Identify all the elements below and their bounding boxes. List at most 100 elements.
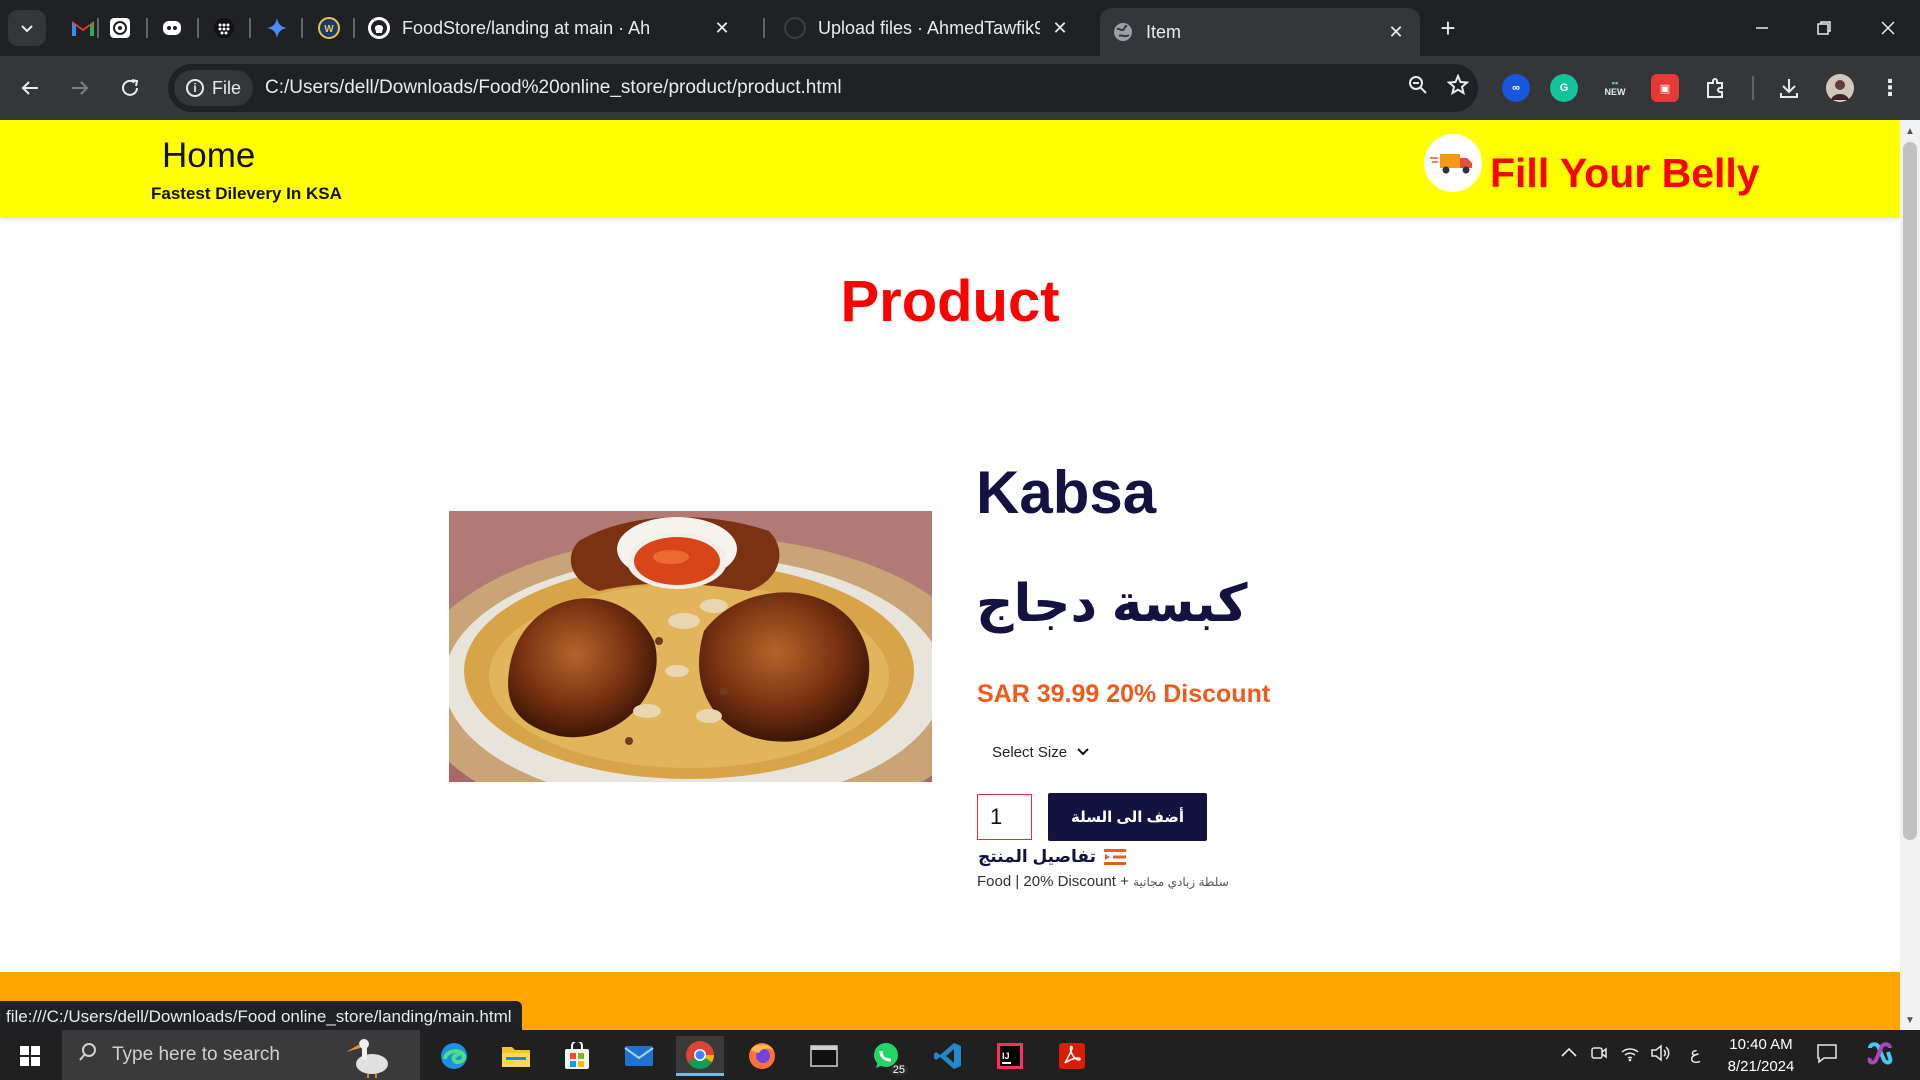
kabsa-dish-image	[409, 511, 989, 836]
taskbar-chrome[interactable]	[676, 1036, 724, 1076]
arrow-left-icon	[21, 81, 38, 95]
tab-close-button[interactable]: ✕	[710, 18, 734, 39]
tab-close-button[interactable]: ✕	[1384, 22, 1408, 43]
taskbar-store[interactable]	[553, 1036, 601, 1076]
new-tab-button[interactable]: +	[1432, 12, 1464, 44]
search-icon	[78, 1042, 98, 1068]
download-icon[interactable]	[1775, 74, 1803, 102]
scroll-down-icon[interactable]: ▼	[1900, 1010, 1920, 1030]
bookmark-star-icon[interactable]	[1438, 73, 1478, 102]
taskbar-search[interactable]: Type here to search	[62, 1030, 420, 1080]
pinned-tab-dots[interactable]	[209, 13, 239, 43]
restore-button[interactable]	[1802, 10, 1846, 46]
profile-avatar[interactable]	[1826, 74, 1854, 102]
zoom-icon[interactable]	[1398, 74, 1438, 102]
restore-icon	[1817, 21, 1831, 35]
pinned-tab-gmail[interactable]	[68, 13, 98, 43]
pelican-bird-icon	[346, 1039, 388, 1078]
windows-logo-icon	[20, 1046, 40, 1066]
product-name: Kabsa	[976, 459, 1157, 526]
notification-icon[interactable]	[1816, 1042, 1838, 1069]
list-indent-icon	[1104, 849, 1127, 865]
tab-upload-files[interactable]: Upload files · AhmedTawfik98/F ✕	[772, 8, 1084, 48]
tab-separator	[197, 18, 199, 38]
close-icon	[1881, 21, 1895, 35]
quantity-input[interactable]: 1	[977, 794, 1032, 840]
taskbar-file-explorer[interactable]	[492, 1036, 540, 1076]
extension-infinity-icon[interactable]: ∞	[1502, 74, 1530, 102]
tab-separator	[249, 18, 251, 38]
grammarly-icon[interactable]: G	[1550, 74, 1578, 102]
product-name-arabic: كبسة دجاج	[976, 575, 1248, 633]
taskbar-edge[interactable]	[430, 1036, 478, 1076]
taskbar-whatsapp[interactable]: 25	[862, 1036, 910, 1076]
menu-kebab-icon[interactable]: ⋮	[1876, 74, 1904, 102]
extension-new-label: NEW	[1604, 87, 1626, 97]
scroll-up-icon[interactable]: ▲	[1900, 121, 1920, 141]
forward-button[interactable]	[62, 70, 98, 106]
pinned-tab-gemini[interactable]	[262, 13, 292, 43]
tray-chevron-up-icon[interactable]	[1560, 1044, 1578, 1064]
tab-search-button[interactable]	[8, 10, 46, 46]
taskbar-mail[interactable]	[615, 1036, 663, 1076]
folder-icon	[502, 1047, 530, 1067]
minimize-icon	[1756, 27, 1768, 29]
url-text[interactable]: C:/Users/dell/Downloads/Food%20online_st…	[265, 77, 1398, 99]
home-link[interactable]: Home	[162, 136, 255, 176]
minimize-button[interactable]	[1740, 10, 1784, 46]
tray-volume-icon[interactable]	[1650, 1044, 1670, 1067]
browser-tab-strip: W FoodStore/landing at main · Ah ✕ Uploa…	[0, 0, 1920, 56]
site-info-chip[interactable]: i File	[174, 70, 254, 106]
extension-red-icon[interactable]: ▣	[1651, 74, 1679, 102]
whatsapp-unread-badge: 25	[889, 1064, 908, 1076]
copilot-icon[interactable]	[1866, 1040, 1894, 1073]
taskbar-acrobat[interactable]	[1048, 1036, 1096, 1076]
details-text-ar: سلطة زبادي مجانية	[1133, 875, 1229, 889]
tab-title: Item	[1146, 21, 1182, 42]
delivery-truck-logo[interactable]	[1424, 134, 1482, 192]
tab-foodstore-github[interactable]: FoodStore/landing at main · Ah ✕	[356, 8, 746, 48]
taskbar-firefox[interactable]	[738, 1036, 786, 1076]
brand-name[interactable]: Fill Your Belly	[1490, 150, 1760, 197]
add-to-cart-button[interactable]: أضف الى السلة	[1048, 793, 1207, 841]
taskbar-terminal[interactable]	[800, 1036, 848, 1076]
extensions-puzzle-icon[interactable]	[1702, 74, 1730, 102]
extension-new-icon[interactable]: ▪▪ NEW	[1601, 74, 1629, 102]
pinned-tab-university[interactable]: W	[314, 13, 344, 43]
taskbar-clock[interactable]: 10:40 AM 8/21/2024	[1716, 1034, 1806, 1078]
tab-item-active[interactable]: Item ✕	[1100, 8, 1420, 56]
tab-title: FoodStore/landing at main · Ah	[402, 17, 651, 38]
size-select[interactable]: Select Size	[978, 734, 1103, 770]
page-viewport: Home Fastest Dilevery In KSA Fill Your B…	[0, 120, 1900, 1030]
tray-wifi-icon[interactable]	[1620, 1044, 1640, 1067]
start-button[interactable]	[10, 1040, 50, 1072]
taskbar-vscode[interactable]	[924, 1036, 972, 1076]
close-window-button[interactable]	[1866, 10, 1910, 46]
svg-text:W: W	[324, 24, 334, 35]
scheme-label: File	[212, 77, 242, 98]
tab-close-button[interactable]: ✕	[1048, 18, 1072, 39]
toolbar-divider	[1752, 76, 1754, 100]
clock-time: 10:40 AM	[1729, 1036, 1793, 1053]
tray-language[interactable]: ع	[1690, 1044, 1700, 1064]
vscode-icon	[934, 1043, 961, 1069]
scrollbar-thumb[interactable]	[1903, 142, 1917, 840]
mail-icon	[624, 1046, 654, 1066]
site-tagline: Fastest Dilevery In KSA	[151, 184, 342, 203]
reload-button[interactable]	[112, 70, 148, 106]
back-button[interactable]	[12, 70, 48, 106]
pinned-tab-bot[interactable]	[157, 13, 187, 43]
pinned-tab-chatgpt[interactable]	[105, 13, 135, 43]
details-text-en: Food | 20% Discount +	[977, 873, 1134, 890]
product-price: SAR 39.99 20% Discount	[977, 680, 1271, 708]
terminal-icon	[810, 1045, 838, 1067]
address-bar[interactable]: i File C:/Users/dell/Downloads/Food%20on…	[168, 64, 1478, 112]
product-details-text: Food | 20% Discount + سلطة زبادي مجانية	[977, 873, 1229, 890]
dots-logo-icon	[214, 18, 234, 38]
taskbar-intellij[interactable]: IJ	[986, 1036, 1034, 1076]
tray-meet-icon[interactable]	[1590, 1044, 1608, 1067]
avatar-icon	[1826, 74, 1854, 102]
arrow-right-icon	[72, 81, 89, 95]
tab-title: Upload files · AhmedTawfik98/F	[818, 17, 1040, 38]
windows-taskbar: Type here to search 25 IJ ع 10:40 AM 8/2…	[0, 1030, 1920, 1080]
